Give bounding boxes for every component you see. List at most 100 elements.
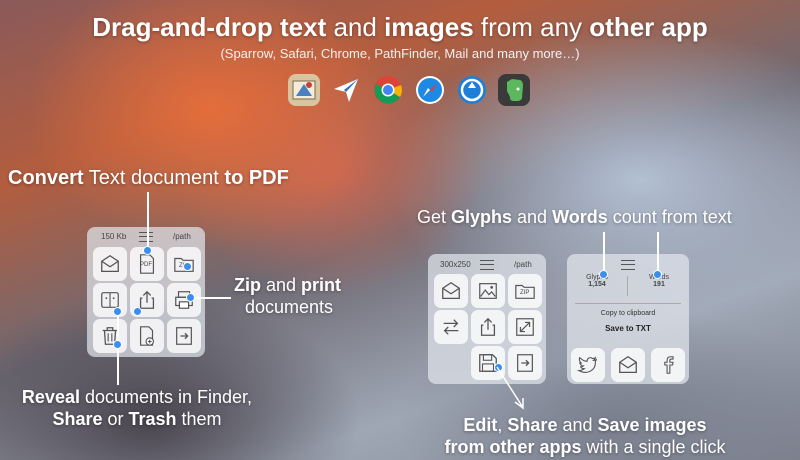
reveal-connector-line	[117, 313, 119, 385]
twitter-icon	[577, 356, 597, 373]
image-actions-panel: 300x250 /path ZIP	[428, 254, 546, 384]
words-value: 191	[653, 281, 665, 288]
document-add-icon	[139, 326, 154, 346]
reveal-connector-dot	[113, 307, 122, 316]
glyphs-count: Glyphs 1,154	[567, 274, 627, 288]
words-connector-line	[657, 232, 659, 272]
reveal-text-3: them	[176, 409, 222, 429]
headline-bold-1: Drag-and-drop text	[92, 12, 327, 42]
zip-image-button[interactable]: ZIP	[508, 274, 542, 308]
glyphs-connector-dot	[599, 270, 608, 279]
envelope-icon	[619, 355, 637, 373]
chrome-icon	[372, 74, 404, 106]
envelope-icon	[101, 254, 119, 272]
copy-to-clipboard-button[interactable]: Copy to clipboard	[567, 310, 689, 317]
menu-icon[interactable]	[139, 232, 153, 242]
glyphs-text-1: Get	[417, 207, 452, 227]
trash-button[interactable]	[93, 319, 127, 353]
zip-line2: documents	[245, 297, 334, 317]
file-size-label: 150 Kb	[101, 232, 127, 241]
headline-text-2: from any	[473, 12, 590, 42]
zip-bold: Zip	[234, 275, 261, 295]
zip-annotation: Zip and print documents	[234, 274, 341, 318]
share-image-button[interactable]	[471, 310, 505, 344]
convert-bold: Convert	[8, 167, 84, 189]
share-bold: Share	[52, 409, 103, 429]
reveal-text-2: or	[102, 409, 129, 429]
resize-image-button[interactable]	[508, 310, 542, 344]
counts-row: Glyphs 1,154 Words 191	[567, 274, 689, 300]
reveal-bold: Reveal	[21, 387, 80, 407]
headline-subtitle: (Sparrow, Safari, Chrome, PathFinder, Ma…	[220, 46, 580, 61]
divider	[575, 303, 681, 304]
reveal-text: documents in Finder,	[79, 387, 253, 407]
text-stats-panel: Glyphs 1,154 Words 191 Copy to clipboard…	[567, 254, 689, 384]
image-size-label: 300x250	[440, 260, 471, 269]
open-with-button[interactable]	[167, 319, 201, 353]
headline-text-1: and	[326, 12, 385, 42]
convert-image-button[interactable]	[434, 310, 468, 344]
facebook-share-button[interactable]	[651, 348, 685, 382]
pathfinder-icon	[456, 74, 488, 106]
mail-icon	[288, 74, 320, 106]
app-icon-row	[288, 74, 530, 106]
swap-arrows-icon	[443, 319, 459, 335]
headline-bold-3: other app	[589, 12, 708, 42]
resize-icon	[516, 318, 534, 336]
save-connector-line	[496, 366, 524, 410]
sparrow-icon	[330, 74, 362, 106]
edit-text-3: with a single click	[581, 437, 726, 457]
email-image-button[interactable]	[434, 274, 468, 308]
share-connector-dot	[133, 307, 142, 316]
headline: Drag-and-drop text and images from any o…	[0, 12, 800, 43]
menu-icon[interactable]	[480, 260, 494, 270]
glyphs-label: Glyphs	[586, 274, 608, 281]
arrow-right-box-icon	[176, 327, 192, 345]
zip-text: and	[261, 275, 302, 295]
email-text-button[interactable]	[611, 348, 645, 382]
print-button[interactable]	[167, 283, 201, 317]
convert-connector-line	[147, 192, 149, 246]
glyphs-value: 1,154	[588, 281, 606, 288]
path-label: /path	[173, 232, 191, 241]
email-action-button[interactable]	[93, 247, 127, 281]
menu-icon[interactable]	[621, 260, 635, 270]
edit-text-2: and	[557, 415, 598, 435]
evernote-icon	[498, 74, 530, 106]
share-bold: Share	[507, 415, 558, 435]
envelope-icon	[442, 281, 460, 299]
edit-annotation: Edit, Share and Save images from other a…	[420, 414, 750, 458]
twitter-share-button[interactable]	[571, 348, 605, 382]
edit-bold: Edit	[463, 415, 498, 435]
image-preview-button[interactable]	[471, 274, 505, 308]
edit-text-1: ,	[497, 415, 508, 435]
convert-bold-2: to PDF	[224, 167, 289, 189]
zip-connector-dot	[186, 293, 195, 302]
convert-annotation: Convert Text document to PDF	[8, 166, 289, 190]
words-connector-dot	[653, 270, 662, 279]
glyphs-text-2: and	[512, 207, 553, 227]
add-document-button[interactable]	[130, 319, 164, 353]
path-label: /path	[514, 260, 532, 269]
pdf-label: PDF	[140, 262, 152, 268]
words-bold: Words	[552, 207, 608, 227]
glyphs-connector-line	[603, 232, 605, 272]
trash-bold: Trash	[128, 409, 177, 429]
convert-connector-dot	[143, 246, 152, 255]
headline-bold-2: images	[384, 12, 474, 42]
convert-text: Text document	[83, 167, 225, 189]
facebook-icon	[664, 356, 674, 374]
trash-connector-dot	[113, 340, 122, 349]
zip-source-dot	[183, 262, 192, 271]
reveal-annotation: Reveal documents in Finder, Share or Tra…	[12, 386, 262, 430]
zip-label: ZIP	[520, 290, 530, 296]
counts-divider	[627, 276, 628, 296]
glyphs-bold: Glyphs	[451, 207, 513, 227]
glyphs-annotation: Get Glyphs and Words count from text	[417, 206, 732, 228]
save-images-bold: Save images	[597, 415, 707, 435]
other-apps-bold: from other apps	[444, 437, 582, 457]
print-bold: print	[301, 275, 342, 295]
image-icon	[479, 283, 497, 299]
safari-icon	[414, 74, 446, 106]
save-to-txt-button[interactable]: Save to TXT	[567, 324, 689, 333]
